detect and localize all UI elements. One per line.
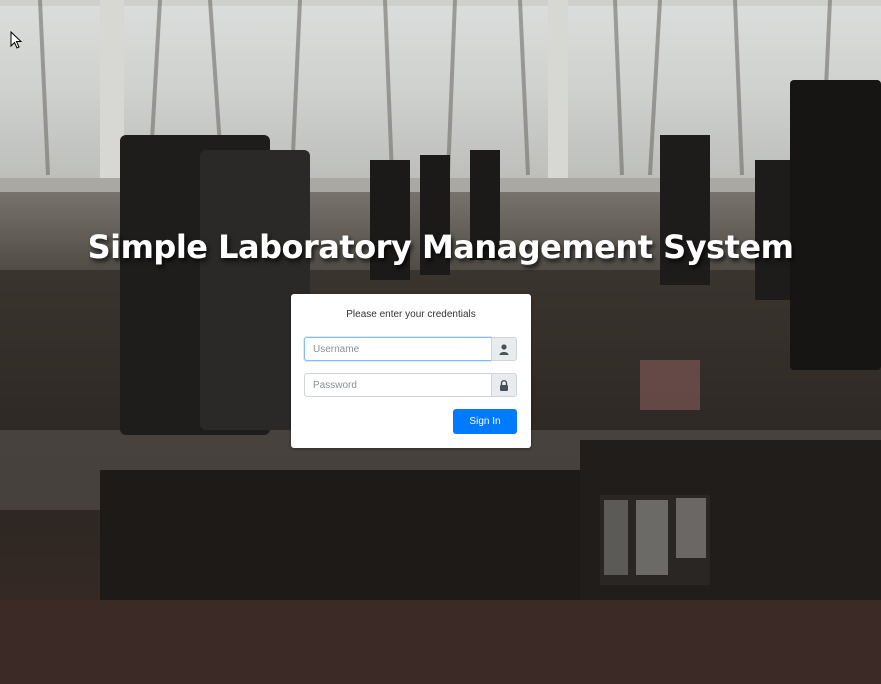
user-icon <box>491 337 517 361</box>
lock-icon <box>491 373 517 397</box>
mouse-cursor-icon <box>10 31 22 49</box>
password-group <box>304 373 517 397</box>
page-title: Simple Laboratory Management System <box>87 228 794 267</box>
login-page: Simple Laboratory Management System Plea… <box>0 0 881 684</box>
username-group <box>304 337 517 361</box>
username-input[interactable] <box>304 337 491 361</box>
login-message: Please enter your credentials <box>346 309 476 320</box>
sign-in-button[interactable]: Sign In <box>453 409 517 434</box>
login-card: Please enter your credentials Sign In <box>291 294 531 448</box>
password-input[interactable] <box>304 373 491 397</box>
